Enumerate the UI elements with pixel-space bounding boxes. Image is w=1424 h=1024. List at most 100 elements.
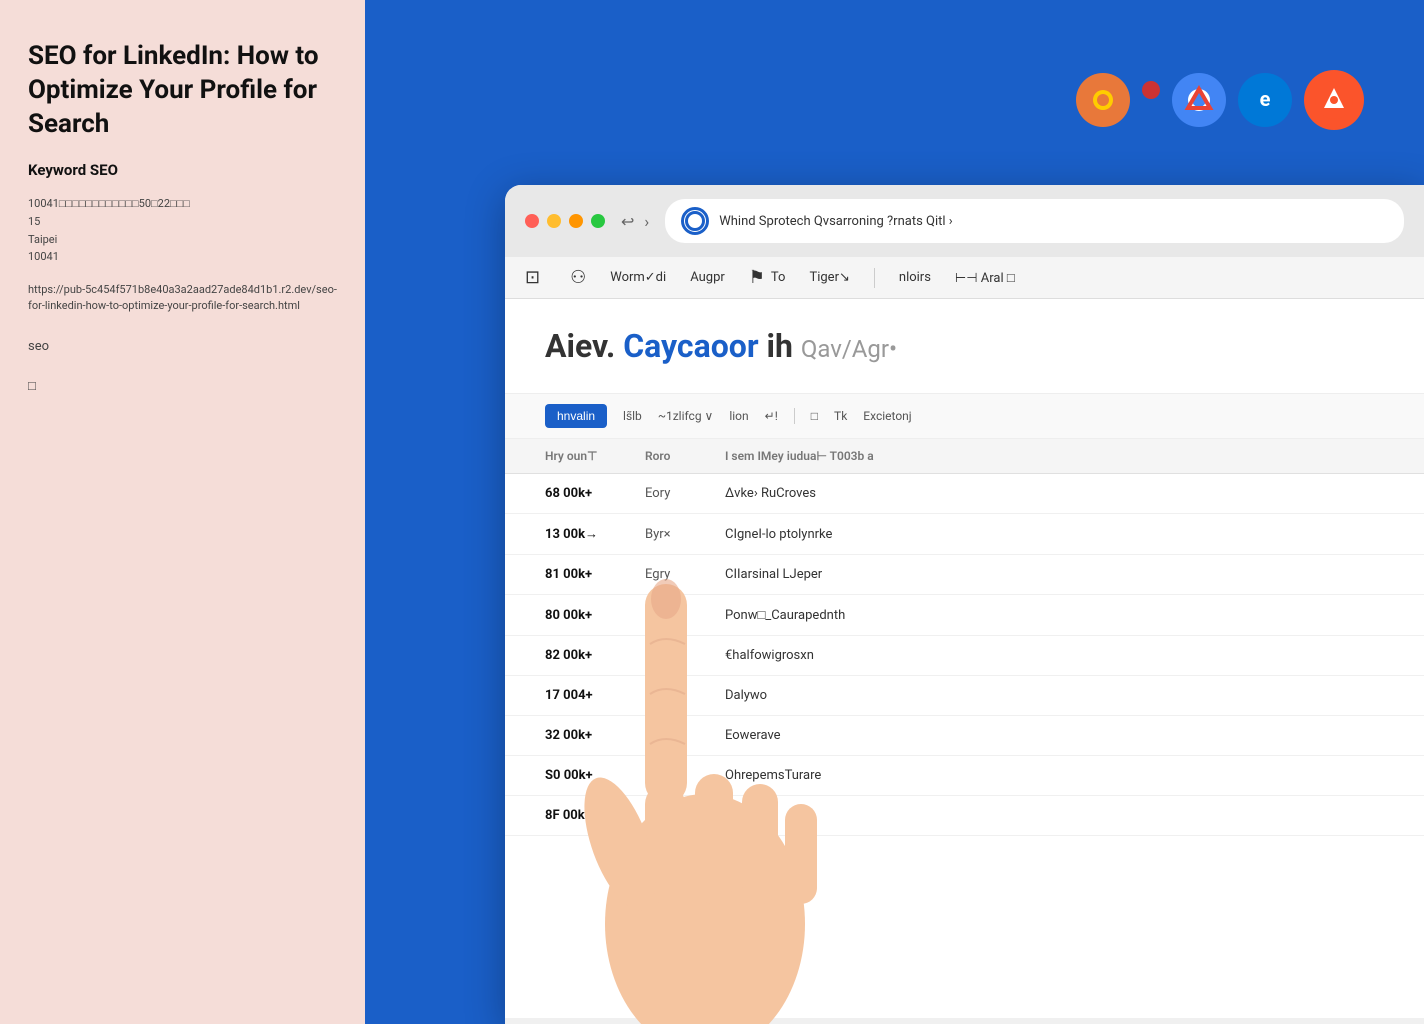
toolbar-label-nloirs: nloirs [899,270,931,285]
meta-line-3: Taipei [28,231,337,249]
vol-8: 8F 00k+ [545,808,645,823]
title-part-3: ih [767,327,801,365]
toolbar-label-te: To [771,270,786,285]
toolbar-item-te[interactable]: ⚑ To [749,267,786,288]
toolbar-label-aral: ⊢⊣ Aral □ [955,270,1015,286]
toolbar-icon-1: ⚇ [570,267,586,288]
table-row[interactable]: S0 00k+ Nilly OhrepemsTurare [505,756,1424,796]
col-header-kd: Roro [645,449,725,463]
meta-line-1: 10041□□□□□□□□□□□□50□22□□□ [28,195,337,213]
sub-item-2[interactable]: lion [729,409,748,423]
meta-line-4: 10041 [28,248,337,266]
firefox-icon [1076,73,1130,127]
left-panel: SEO for LinkedIn: How to Optimize Your P… [0,0,365,1024]
title-part-4: Qav/Agr• [801,335,897,363]
vol-7: S0 00k+ [545,768,645,783]
kd-5: Rylg [645,688,725,703]
address-text: Whind Sprotech Qvsarroning ?rnats Qitl › [719,214,1388,229]
table-row[interactable]: 68 00k+ Eory Δvke› RuCroves [505,474,1424,514]
keyword-2: CIIarsinal LJeper [725,567,1384,582]
vol-5: 17 004+ [545,688,645,703]
title-part-2: Caycaoor [623,327,758,365]
table-row[interactable]: 8F 00k+ [505,796,1424,836]
kd-0: Eory [645,486,725,501]
flag-icon: ⚑ [749,267,765,288]
toolbar-item-0[interactable]: ⊡ [525,267,546,288]
keyword-1: CIgneI-lo ptolynrke [725,527,1384,542]
toolbar-item-augpr[interactable]: Augpr [690,270,725,285]
vol-4: 82 00k+ [545,648,645,663]
toolbar-item-tiger[interactable]: Tiger↘ [809,270,849,285]
table-row[interactable]: 81 00k+ Egry CIIarsinal LJeper [505,555,1424,595]
kd-2: Egry [645,567,725,582]
forward-button[interactable]: › [644,212,649,231]
toolbar-label-augpr: Augpr [690,270,725,285]
table-header: Hry oun⊤ Roro I sem IMey iudua⊢ T003b a [505,439,1424,474]
keyword-label: Keyword SEO [28,161,337,179]
address-bar[interactable]: Whind Sprotech Qvsarroning ?rnats Qitl › [665,199,1404,243]
fullscreen-button[interactable] [591,214,605,228]
kd-6: Bory [645,728,725,743]
vol-3: 80 00k+ [545,608,645,623]
kd-1: Byr× [645,527,725,542]
close-button[interactable] [525,214,539,228]
tag-2: □ [28,378,337,394]
sub-toolbar: hnvalin ls̃lb ~1zlifcg ∨ lion ↵! □ Tk Ex… [505,394,1424,439]
sub-item-4[interactable]: □ [811,409,818,423]
browser-logo [681,207,709,235]
vol-0: 68 00k+ [545,486,645,501]
kd-4: Bury [645,648,725,663]
toolbar-item-nloirs[interactable]: nloirs [899,270,931,285]
brave-icon [1304,70,1364,130]
sub-item-1[interactable]: ~1zlifcg ∨ [658,409,714,423]
zoom-button[interactable] [569,214,583,228]
keyword-5: Dalywo [725,688,1384,703]
article-url: https://pub-5c454f571b8e40a3a2aad27ade84… [28,282,337,315]
browser-icons: e [1076,70,1364,130]
traffic-lights [525,214,605,228]
sub-item-0[interactable]: ls̃lb [623,409,642,423]
right-panel: e ↩ › [365,0,1424,1024]
browser-titlebar: ↩ › Whind Sprotech Qvsarroning ?rnats Qi… [505,185,1424,257]
table-row[interactable]: 13 00k→ Byr× CIgneI-lo ptolynrke [505,514,1424,555]
toolbar-item-1[interactable]: ⚇ [570,267,586,288]
keyword-6: Eowerave [725,728,1384,743]
browser-content: Aiev. Caycaoor ih Qav/Agr• hnvalin ls̃lb… [505,299,1424,1018]
page-title: Aiev. Caycaoor ih Qav/Agr• [545,327,1384,365]
keyword-4: €halfowigrosxn [725,648,1384,663]
col-header-keyword: I sem IMey iudua⊢ T003b a [725,449,1384,463]
title-part-1: Aiev. [545,327,623,365]
minimize-button[interactable] [547,214,561,228]
toolbar-label-tiger: Tiger↘ [809,270,849,285]
toolbar-item-worm[interactable]: Worm✓di [610,270,666,285]
toolbar-label-worm: Worm✓di [610,270,666,285]
sub-item-5[interactable]: Tk [834,409,847,423]
toolbar-item-aral[interactable]: ⊢⊣ Aral □ [955,270,1015,286]
sub-divider [794,408,795,424]
keyword-0: Δvke› RuCroves [725,486,1384,501]
sub-item-6[interactable]: Excietonj [863,409,911,423]
sub-item-3[interactable]: ↵! [765,409,778,423]
data-table: 68 00k+ Eory Δvke› RuCroves 13 00k→ Byr×… [505,474,1424,836]
hnvalin-button[interactable]: hnvalin [545,404,607,428]
toolbar-icon-0: ⊡ [525,267,540,288]
table-row[interactable]: 80 00k+ By|g Ponw□_Caurapednth [505,595,1424,636]
table-row[interactable]: 32 00k+ Bory Eowerave [505,716,1424,756]
tag-seo: seo [28,339,337,354]
kd-3: By|g [645,608,725,623]
browser-toolbar: ⊡ ⚇ Worm✓di Augpr ⚑ To Tiger↘ nloirs [505,257,1424,299]
keyword-7: OhrepemsTurare [725,768,1384,783]
back-button[interactable]: ↩ [621,212,634,231]
meta-line-2: 15 [28,213,337,231]
edge-icon: e [1238,73,1292,127]
divider [874,268,875,288]
vol-6: 32 00k+ [545,728,645,743]
table-row[interactable]: 17 004+ Rylg Dalywo [505,676,1424,716]
col-header-vol: Hry oun⊤ [545,449,645,463]
table-row[interactable]: 82 00k+ Bury €halfowigrosxn [505,636,1424,676]
keyword-3: Ponw□_Caurapednth [725,607,1384,623]
nav-controls: ↩ › [621,212,649,231]
dot-icon [1142,81,1160,99]
kd-7: Nilly [645,768,725,783]
browser-window: ↩ › Whind Sprotech Qvsarroning ?rnats Qi… [505,185,1424,1024]
